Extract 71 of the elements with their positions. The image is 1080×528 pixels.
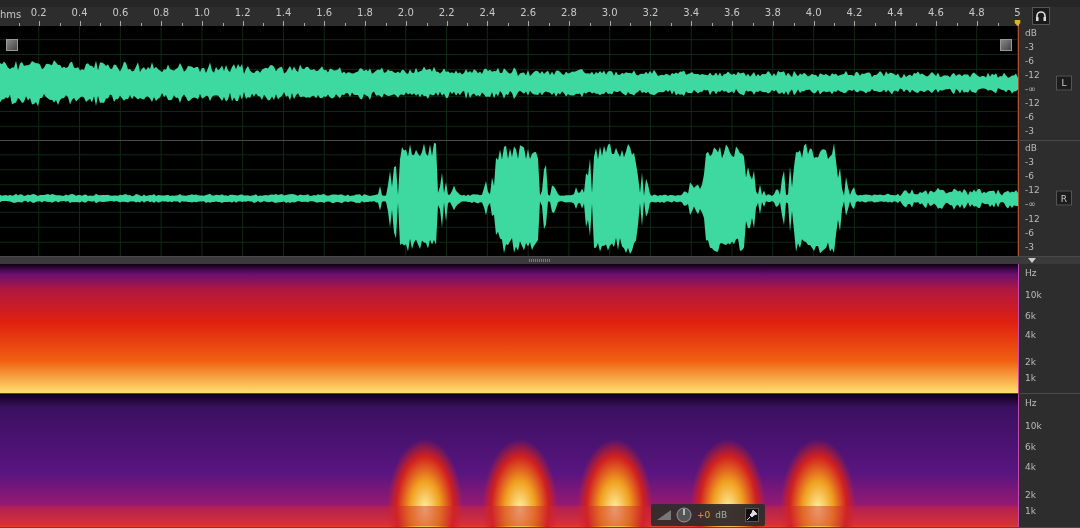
time-tick-label: 4.8 bbox=[968, 7, 985, 19]
frequency-scale-label: 6k bbox=[1025, 310, 1036, 321]
pin-button[interactable] bbox=[745, 508, 759, 522]
db-scale-label: -3 bbox=[1025, 41, 1035, 52]
time-tick-label: 4.4 bbox=[887, 7, 904, 19]
time-tick-label: 3.0 bbox=[601, 7, 618, 19]
time-tick-label: 3.6 bbox=[724, 7, 740, 19]
triangle-down-icon[interactable] bbox=[1028, 257, 1036, 263]
resize-handle-icon[interactable] bbox=[6, 38, 18, 51]
frequency-scale-label: 1k bbox=[1025, 506, 1036, 517]
frequency-scale-label: 4k bbox=[1025, 462, 1036, 473]
time-tick-label: 1.0 bbox=[193, 7, 210, 19]
playhead-marker-icon[interactable] bbox=[1014, 19, 1021, 26]
time-tick-label: 4.6 bbox=[928, 7, 944, 19]
signal-bars-icon bbox=[657, 510, 671, 520]
time-tick-label: 0.6 bbox=[112, 7, 129, 19]
time-tick-label: 2.0 bbox=[397, 7, 414, 19]
db-scale-label: -12 bbox=[1025, 69, 1040, 80]
pin-icon bbox=[747, 510, 757, 520]
db-scale-label: -12 bbox=[1025, 213, 1040, 224]
time-tick-label: 0.8 bbox=[153, 7, 170, 19]
time-tick-label: 2.4 bbox=[479, 7, 496, 19]
headphones-icon bbox=[1035, 10, 1047, 22]
time-tick-label: 3.2 bbox=[642, 7, 659, 19]
resize-handle-icon[interactable] bbox=[1000, 38, 1012, 51]
time-tick-label: 4.2 bbox=[846, 7, 863, 19]
channel-button[interactable]: L bbox=[1056, 75, 1072, 91]
time-tick-label: 1.2 bbox=[234, 7, 251, 19]
frequency-scale-label: Hz bbox=[1025, 398, 1037, 409]
db-scale-label: dB bbox=[1025, 142, 1038, 153]
db-scale-label: dB bbox=[1025, 27, 1038, 38]
frequency-scale-label: 6k bbox=[1025, 442, 1036, 453]
frequency-scale-label: 1k bbox=[1025, 372, 1036, 383]
db-scale-label: -12 bbox=[1025, 97, 1040, 108]
db-scale-label: -6 bbox=[1025, 55, 1035, 66]
frequency-scale-label: Hz bbox=[1025, 268, 1037, 278]
time-tick-label: 1.4 bbox=[275, 7, 292, 19]
frequency-scale-label: 10k bbox=[1025, 289, 1042, 300]
time-tick-label: 2.2 bbox=[438, 7, 455, 19]
db-scale-label: -∞ bbox=[1025, 199, 1037, 210]
db-scale-label: -3 bbox=[1025, 156, 1035, 167]
channel-button[interactable]: R bbox=[1056, 190, 1072, 206]
db-scale-label: -3 bbox=[1025, 125, 1035, 136]
time-tick-label: 3.8 bbox=[764, 7, 781, 19]
volume-knob-icon[interactable] bbox=[676, 507, 692, 523]
db-scale-label: -6 bbox=[1025, 227, 1035, 238]
volume-value[interactable]: +0 bbox=[697, 510, 711, 520]
time-unit-label: hms bbox=[0, 9, 22, 20]
time-tick-label: 4.0 bbox=[805, 7, 822, 19]
time-tick-label: 2.6 bbox=[520, 7, 537, 19]
db-scale-label: -6 bbox=[1025, 111, 1035, 122]
time-tick-label: 1.8 bbox=[357, 7, 373, 19]
db-scale-label: -∞ bbox=[1025, 83, 1037, 94]
frequency-scale-label: 2k bbox=[1025, 490, 1036, 501]
waveform-panel[interactable] bbox=[0, 25, 1019, 140]
frequency-scale-label: 2k bbox=[1025, 357, 1036, 368]
db-scale-label: -6 bbox=[1025, 171, 1035, 182]
time-tick-label: 0.4 bbox=[71, 7, 88, 19]
divider-grip-icon[interactable] bbox=[529, 258, 551, 262]
frequency-scale-label: 4k bbox=[1025, 329, 1036, 340]
db-scale-label: -3 bbox=[1025, 241, 1035, 252]
time-tick-label: 0.2 bbox=[30, 7, 47, 19]
time-tick-label: 1.6 bbox=[316, 7, 333, 19]
time-tick-label: 5 bbox=[1014, 7, 1021, 19]
db-scale-label: -12 bbox=[1025, 185, 1040, 196]
time-tick-label: 3.4 bbox=[683, 7, 700, 19]
headphones-button[interactable] bbox=[1032, 7, 1050, 25]
time-tick-label: 2.8 bbox=[560, 7, 577, 19]
time-ruler[interactable]: hms 0.2 0.4 0.6 0.8 1.0 1.2 1.4 1.6 1.8 2.0 2.2 2.4 2.6 2.8 3.0 3.2 3.4 3.6 3.8 4.0 4.2 4.4 4.6 4.8 5 bbox=[0, 0, 1080, 26]
volume-unit: dB bbox=[715, 510, 728, 520]
frequency-scale-label: 10k bbox=[1025, 420, 1042, 431]
